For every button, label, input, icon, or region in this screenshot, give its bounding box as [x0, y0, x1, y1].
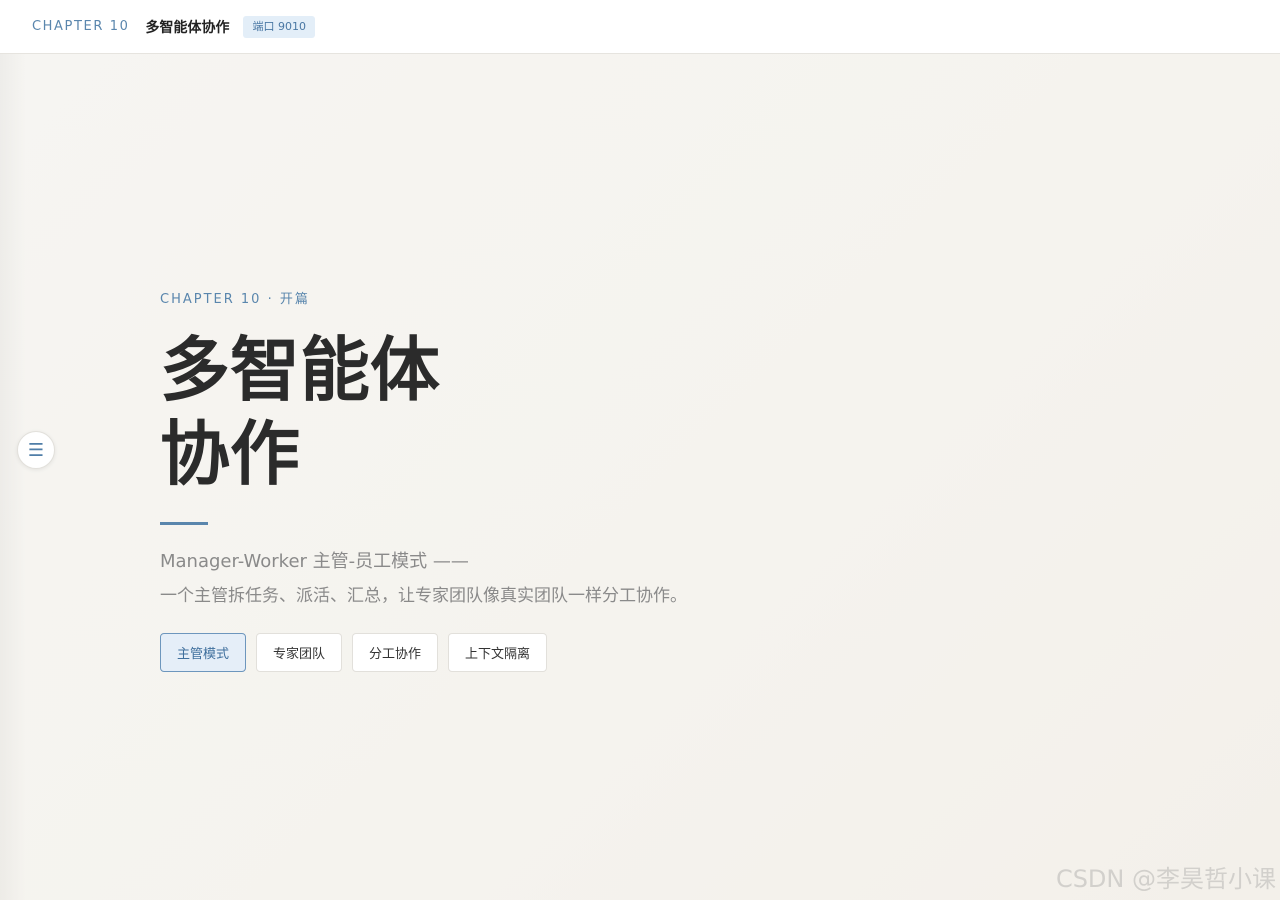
chip-label: 分工协作 [369, 647, 422, 662]
left-edge-shade [0, 54, 26, 900]
chip-manager-mode[interactable]: 主管模式 [160, 633, 247, 672]
watermark: CSDN @李昊哲小课 [1055, 865, 1276, 893]
chip-label: 主管模式 [177, 647, 230, 662]
chapter-label: CHAPTER 10 [32, 19, 130, 34]
top-bar: CHAPTER 10 多智能体协作 端口 9010 [0, 0, 1280, 54]
headline-line-1: 多智能体 [160, 329, 440, 411]
menu-toggle-button[interactable]: ☰ [17, 431, 55, 469]
chip-context-isolation[interactable]: 上下文隔离 [448, 633, 548, 672]
hero-headline: 多智能体 协作 [160, 328, 1060, 496]
hero-subtitle: Manager-Worker 主管-员工模式 —— [160, 551, 469, 572]
port-badge: 端口 9010 [243, 15, 315, 38]
hero-description: 一个主管拆任务、派活、汇总，让专家团队像真实团队一样分工协作。 [160, 586, 687, 606]
chip-label: 上下文隔离 [465, 647, 531, 662]
menu-icon: ☰ [27, 439, 45, 461]
topic-chips: 主管模式 专家团队 分工协作 上下文隔离 [160, 633, 1060, 672]
hero-section: CHAPTER 10 · 开篇 多智能体 协作 Manager-Worker 主… [160, 290, 1060, 672]
page-title: 多智能体协作 [145, 19, 230, 36]
chip-expert-team[interactable]: 专家团队 [256, 633, 343, 672]
accent-divider [160, 522, 208, 525]
chip-division-of-labor[interactable]: 分工协作 [352, 633, 439, 672]
chip-label: 专家团队 [273, 647, 326, 662]
headline-line-2: 协作 [160, 413, 300, 495]
hero-eyebrow: CHAPTER 10 · 开篇 [160, 292, 310, 307]
